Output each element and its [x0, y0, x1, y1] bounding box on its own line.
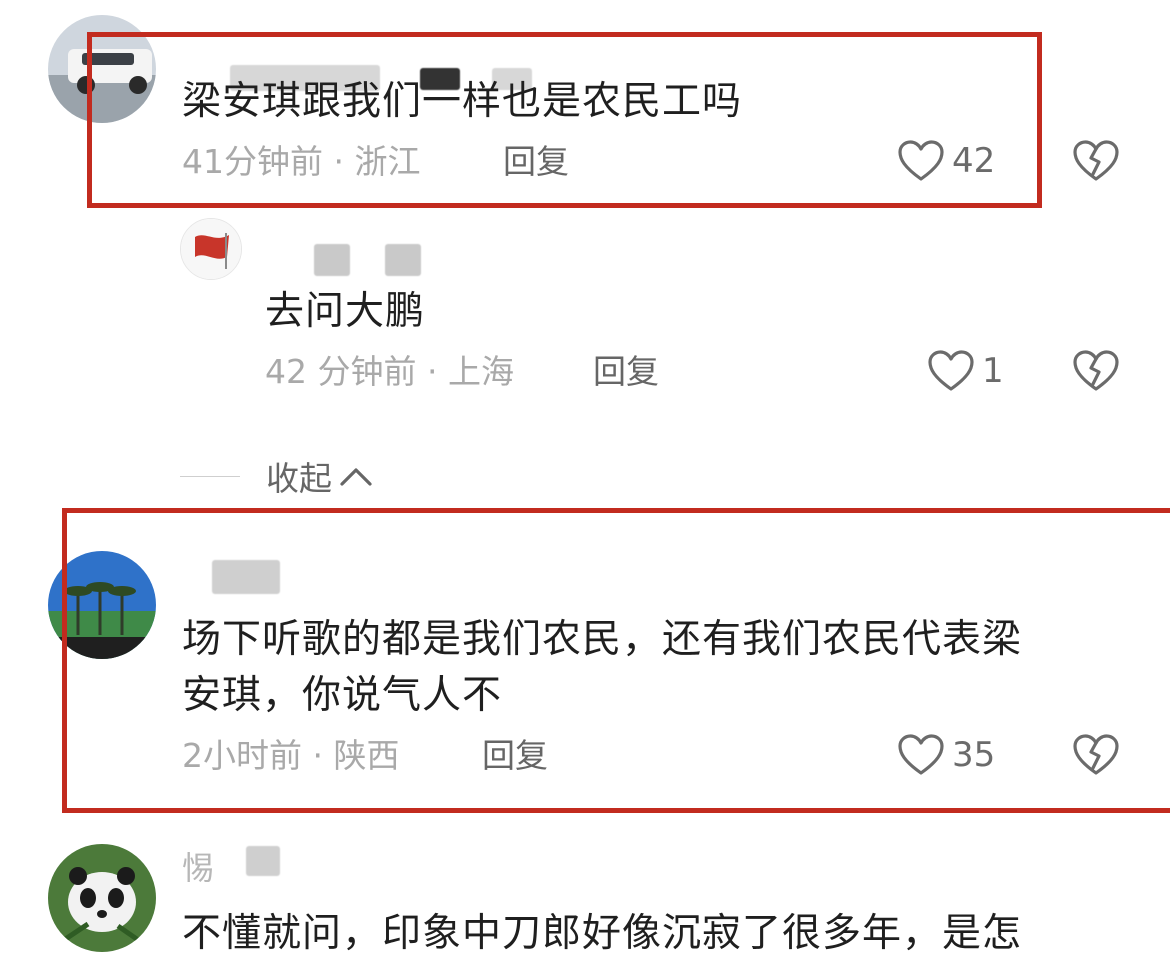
- highlight-box: [87, 32, 1042, 208]
- broken-heart-icon: [1073, 140, 1119, 181]
- username-redacted[interactable]: [314, 244, 350, 276]
- username-redacted[interactable]: [246, 846, 280, 876]
- username-redacted[interactable]: [385, 244, 421, 276]
- username-fragment[interactable]: 惕: [182, 848, 214, 888]
- meta-separator: ·: [426, 352, 448, 391]
- dislike-button[interactable]: [1073, 350, 1119, 396]
- comments-page: 梁安琪跟我们一样也是农民工吗 41分钟前 · 浙江 回复 42 去问大鹏 42 …: [0, 0, 1170, 959]
- broken-heart-icon: [1073, 350, 1119, 391]
- collapse-replies-button[interactable]: 收起: [180, 452, 374, 500]
- dislike-button[interactable]: [1073, 140, 1119, 186]
- like-button[interactable]: 1: [928, 350, 1004, 392]
- chevron-up-icon: [340, 468, 372, 486]
- avatar[interactable]: [180, 218, 242, 280]
- flag-icon: [181, 219, 241, 279]
- comment-time: 42 分钟前: [265, 352, 417, 391]
- comment-location: 上海: [447, 352, 514, 391]
- avatar[interactable]: [48, 844, 156, 952]
- comment-text: 去问大鹏: [265, 289, 426, 334]
- heart-icon: [928, 350, 974, 391]
- like-count: 1: [982, 351, 1004, 391]
- collapse-label: 收起: [266, 459, 332, 498]
- collapse-divider: [180, 475, 240, 477]
- comment-meta: 42 分钟前 · 上海: [265, 352, 514, 392]
- comment-text: 不懂就问，印象中刀郎好像沉寂了很多年，是怎: [182, 911, 1023, 956]
- highlight-box: [62, 508, 1170, 813]
- reply-button[interactable]: 回复: [593, 352, 659, 392]
- panda-photo-icon: [48, 844, 156, 952]
